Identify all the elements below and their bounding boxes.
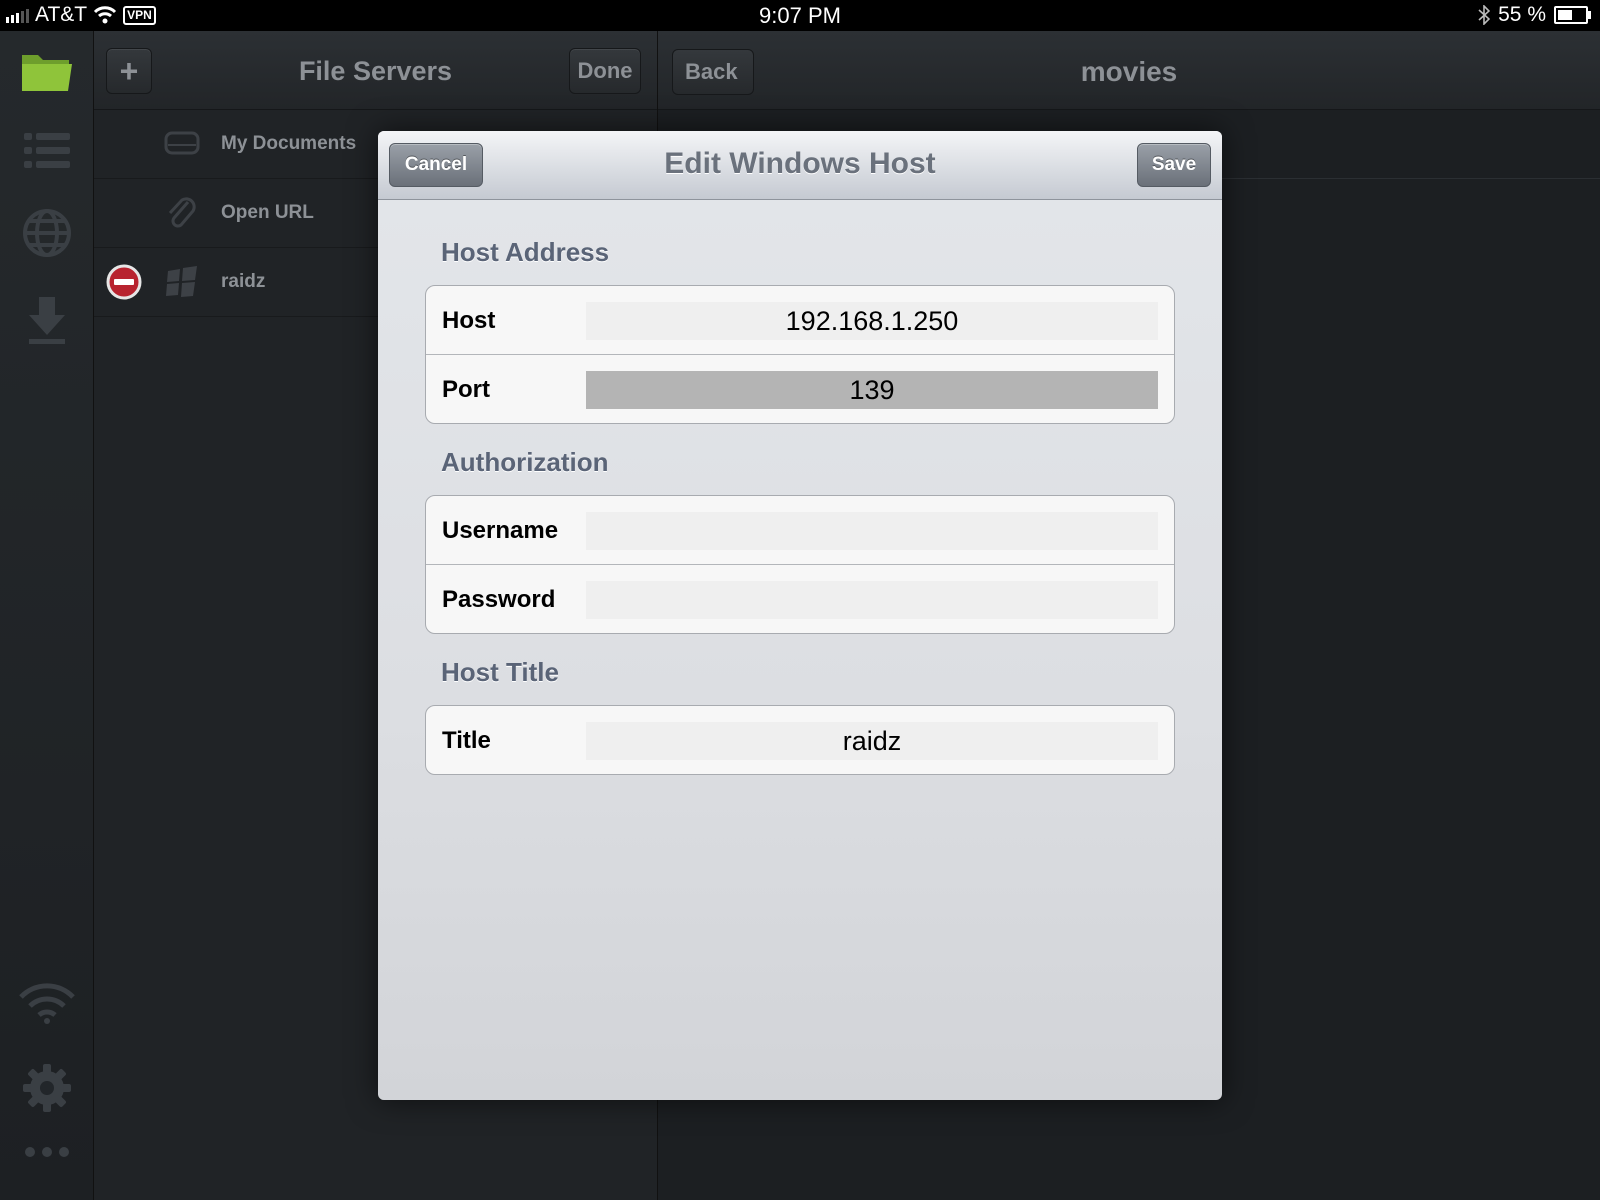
username-cell: Username [426, 496, 1174, 565]
password-cell: Password [426, 565, 1174, 633]
username-input[interactable] [586, 512, 1158, 550]
battery-percent: 55 % [1498, 3, 1546, 26]
movies-header: Back movies [658, 31, 1600, 110]
username-label: Username [442, 517, 559, 544]
edit-host-dialog: Cancel Edit Windows Host Save Host Addre… [378, 131, 1222, 1100]
password-label: Password [442, 586, 556, 613]
list-item-label: My Documents [221, 133, 357, 154]
battery-icon [1554, 6, 1591, 24]
folder-icon[interactable] [0, 49, 93, 93]
clock: 9:07 PM [759, 3, 841, 28]
status-bar: AT&T VPN 9:07 PM 55 % [0, 0, 1600, 31]
save-button[interactable]: Save [1137, 143, 1211, 187]
drive-icon [164, 127, 200, 165]
title-input[interactable]: raidz [586, 722, 1158, 760]
title-cell: Title raidz [426, 706, 1174, 774]
icon-rail [0, 31, 94, 1200]
download-icon[interactable] [0, 297, 93, 345]
movies-title: movies [1080, 56, 1178, 87]
file-servers-header: + File Servers Done [94, 31, 657, 110]
password-input[interactable] [586, 581, 1158, 619]
status-right: 55 % [1478, 3, 1591, 27]
wifi-icon[interactable] [0, 981, 93, 1025]
section-host-address: Host Address [441, 237, 610, 267]
list-item-label: Open URL [221, 202, 314, 223]
host-title-group: Title raidz [425, 705, 1175, 775]
list-item-label: raidz [221, 271, 266, 292]
title-label: Title [442, 727, 491, 754]
section-host-title: Host Title [441, 657, 559, 687]
delete-icon[interactable] [106, 264, 142, 306]
more-icon[interactable] [0, 1145, 93, 1159]
port-label: Port [442, 376, 490, 403]
host-address-group: Host 192.168.1.250 Port 139 [425, 285, 1175, 424]
done-button[interactable]: Done [569, 48, 641, 94]
port-input[interactable]: 139 [586, 371, 1158, 409]
bluetooth-icon [1478, 5, 1491, 25]
host-label: Host [442, 307, 496, 334]
dialog-navbar: Cancel Edit Windows Host Save [378, 131, 1222, 200]
paperclip-icon [164, 196, 200, 238]
windows-icon [164, 265, 200, 305]
gear-icon[interactable] [0, 1063, 93, 1113]
globe-icon[interactable] [0, 207, 93, 259]
dialog-title: Edit Windows Host [664, 147, 936, 180]
section-authorization: Authorization [441, 447, 609, 477]
list-icon[interactable] [0, 131, 93, 171]
port-cell: Port 139 [426, 355, 1174, 423]
host-cell: Host 192.168.1.250 [426, 286, 1174, 355]
authorization-group: Username Password [425, 495, 1175, 634]
host-input[interactable]: 192.168.1.250 [586, 302, 1158, 340]
